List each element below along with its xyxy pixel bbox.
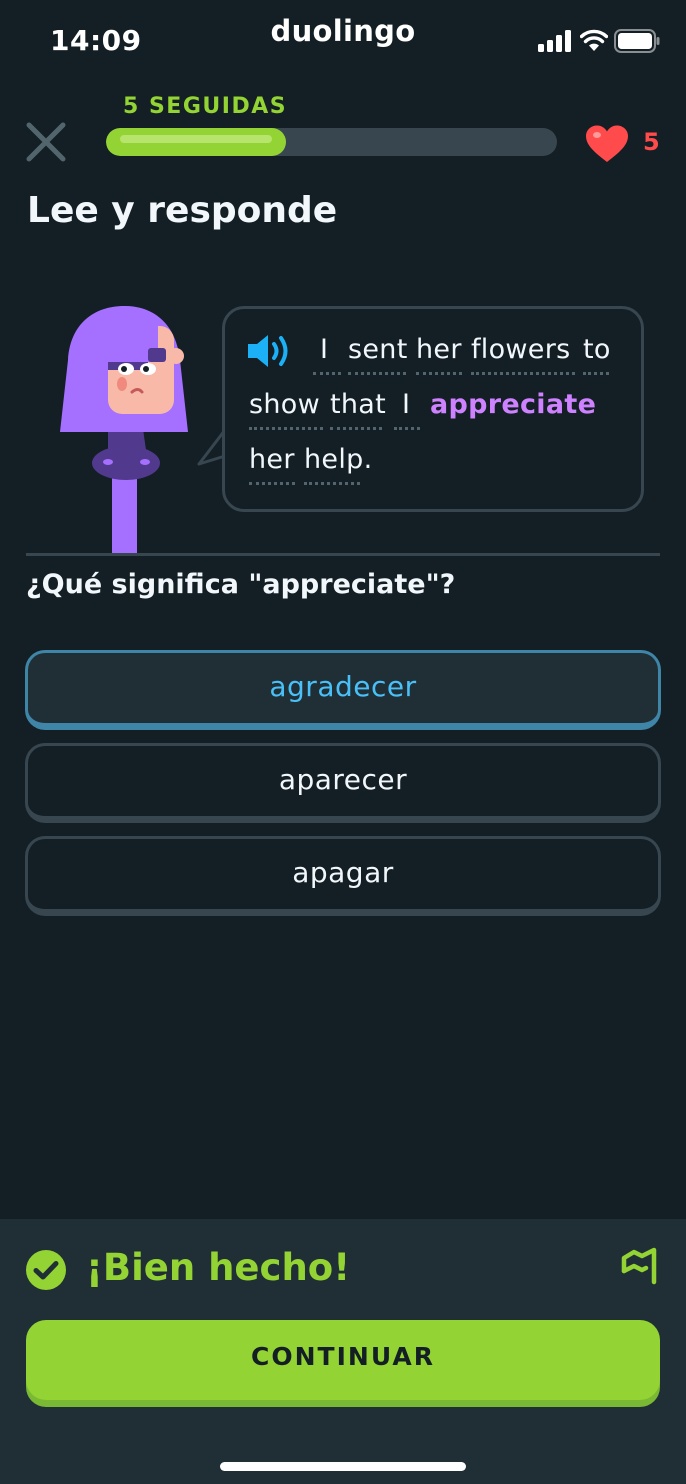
wifi-icon (580, 29, 608, 51)
sentence-word[interactable]: that (330, 389, 386, 420)
sentence-word[interactable]: sent (348, 334, 408, 365)
word-underline (348, 372, 406, 375)
question-text: ¿Qué significa "appreciate"? (26, 569, 456, 600)
sentence-word[interactable]: to (583, 334, 611, 365)
flag-icon[interactable] (620, 1246, 658, 1286)
word-underline (304, 482, 360, 485)
check-circle-icon (26, 1250, 66, 1290)
sentence-word[interactable]: I (320, 334, 328, 365)
status-bar: 14:09 duolingo (0, 0, 686, 80)
word-underline (583, 372, 609, 375)
sentence-word[interactable]: I (402, 389, 410, 420)
streak-label: 5 SEGUIDAS (123, 94, 288, 119)
word-underline (249, 427, 323, 430)
heart-icon (586, 125, 628, 162)
progress-fill (106, 128, 286, 156)
word-underline (394, 427, 420, 430)
highlighted-word[interactable]: appreciate (430, 389, 596, 420)
feedback-text: ¡Bien hecho! (86, 1246, 351, 1289)
battery-icon (614, 29, 660, 53)
signal-icon (538, 30, 571, 52)
word-underline (471, 372, 575, 375)
speaker-icon[interactable] (246, 332, 294, 370)
sentence-word[interactable]: flowers (471, 334, 571, 365)
word-underline (249, 482, 295, 485)
progress-shine (120, 135, 272, 143)
answer-option-apagar[interactable]: apagar (25, 836, 661, 916)
sentence-word[interactable]: help. (304, 444, 372, 475)
word-underline (330, 427, 382, 430)
word-underline (416, 372, 462, 375)
character-lily-illustration (60, 306, 188, 556)
lesson-progress-bar (106, 128, 557, 156)
close-icon[interactable] (24, 120, 68, 164)
answer-option-agradecer[interactable]: agradecer (25, 650, 661, 730)
home-indicator[interactable] (220, 1462, 466, 1471)
page-title: Lee y responde (27, 190, 338, 231)
divider (26, 553, 660, 556)
continue-button[interactable]: CONTINUAR (26, 1320, 660, 1400)
lesson-screen: 14:09 duolingo 5 SEGUIDAS 5 Lee y respon… (0, 0, 686, 1484)
sentence-word[interactable]: show (249, 389, 320, 420)
hearts-count: 5 (643, 128, 660, 156)
word-underline (313, 372, 341, 375)
answer-option-aparecer[interactable]: aparecer (25, 743, 661, 823)
sentence-word[interactable]: her (416, 334, 462, 365)
sentence-word[interactable]: her (249, 444, 295, 475)
